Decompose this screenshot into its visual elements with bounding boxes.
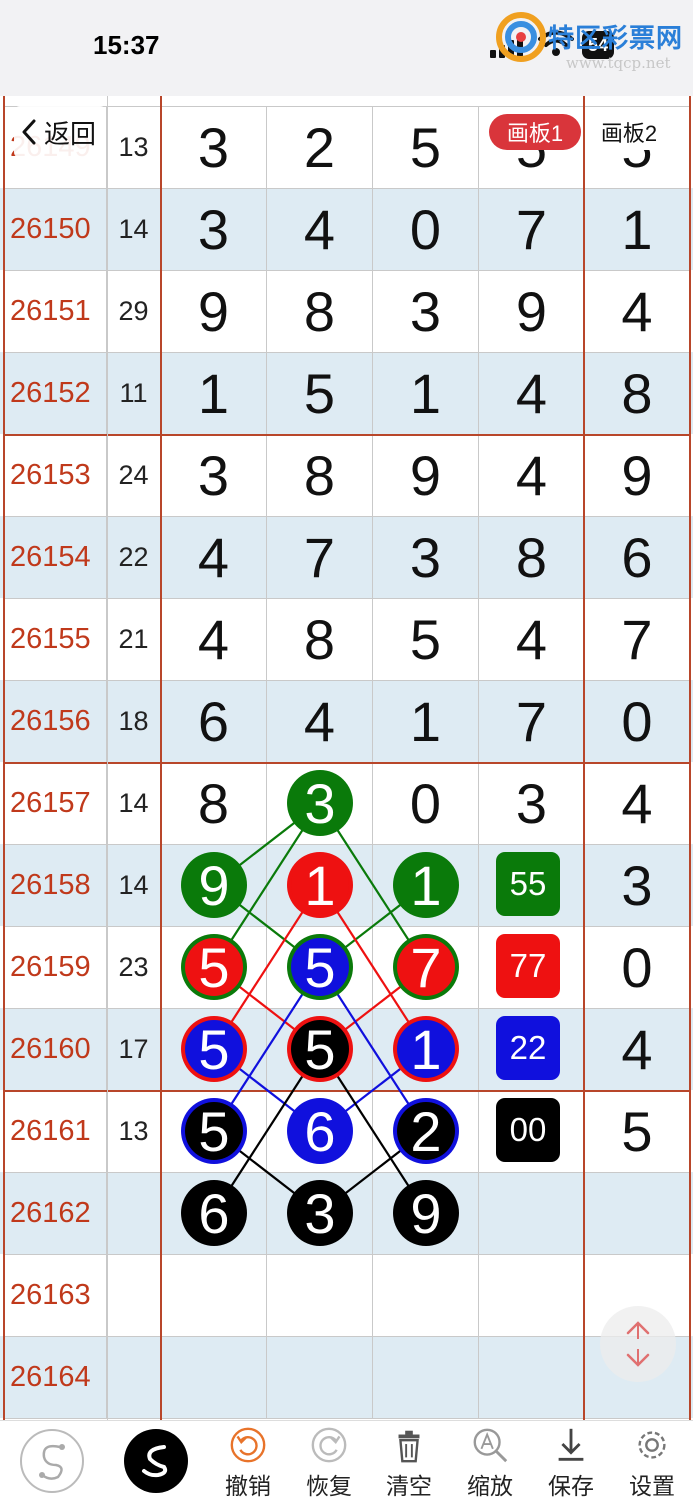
clear-button[interactable]: 清空: [374, 1425, 444, 1501]
marked-number[interactable]: 1: [393, 1016, 459, 1082]
status-bar: 15:37 54 特区彩票网 www.tqcp.net: [0, 0, 693, 96]
zoom-button[interactable]: 缩放: [455, 1425, 525, 1501]
status-time: 15:37: [93, 30, 160, 60]
marked-number[interactable]: 6: [181, 1180, 247, 1246]
marker-digit: 1: [304, 854, 335, 917]
curve-draw-icon: [142, 1445, 168, 1478]
back-button[interactable]: 返回: [14, 106, 107, 158]
marker-digit: 5: [198, 1018, 229, 1081]
marked-number[interactable]: 1: [287, 852, 353, 918]
tab-board-1[interactable]: 画板1: [489, 114, 581, 150]
marker-digit: 9: [198, 854, 229, 917]
marker-digit: 9: [410, 1182, 441, 1245]
color-tag[interactable]: 55: [496, 852, 560, 916]
color-tag[interactable]: 22: [496, 1016, 560, 1080]
marked-number[interactable]: 9: [181, 852, 247, 918]
marker-digit: 5: [304, 936, 335, 999]
marker-digit: 5: [198, 936, 229, 999]
marked-number[interactable]: 5: [287, 934, 353, 1000]
marked-number[interactable]: 9: [393, 1180, 459, 1246]
watermark-name: 特区彩票网: [548, 24, 684, 54]
marked-number[interactable]: 6: [287, 1098, 353, 1164]
tab-board-2[interactable]: 画板2: [585, 114, 673, 150]
curve-s-icon: [39, 1444, 65, 1480]
settings-label: 设置: [629, 1473, 675, 1499]
marker-digit: 6: [198, 1182, 229, 1245]
redo-icon: [311, 1427, 347, 1463]
marked-number[interactable]: 5: [287, 1016, 353, 1082]
site-watermark: 特区彩票网 www.tqcp.net: [496, 12, 693, 74]
clear-label: 清空: [386, 1473, 432, 1499]
undo-icon: [230, 1427, 266, 1463]
marked-number[interactable]: 3: [287, 1180, 353, 1246]
marker-digit: 5: [304, 1018, 335, 1081]
marked-number[interactable]: 5: [181, 934, 247, 1000]
save-button[interactable]: 保存: [536, 1425, 606, 1501]
marker-digit: 1: [410, 1018, 441, 1081]
watermark-logo-icon: [496, 12, 546, 62]
redo-button[interactable]: 恢复: [294, 1425, 364, 1501]
marked-number[interactable]: 3: [287, 770, 353, 836]
trend-overlay: 3 9 1 1 5 5 7 5 5 1 5 6 2 6 3 9: [181, 770, 459, 1246]
marker-digit: 7: [410, 936, 441, 999]
watermark-url: www.tqcp.net: [566, 54, 671, 72]
zoom-label: 缩放: [467, 1473, 513, 1499]
download-icon: [558, 1428, 584, 1461]
marked-number[interactable]: 2: [393, 1098, 459, 1164]
back-label: 返回: [44, 118, 97, 149]
color-tag[interactable]: 00: [496, 1098, 560, 1162]
trash-icon: [398, 1430, 420, 1463]
marker-digit: 3: [304, 1182, 335, 1245]
chevron-left-icon: [22, 119, 36, 145]
marked-number[interactable]: 7: [393, 934, 459, 1000]
line-mode-button[interactable]: [124, 1429, 188, 1493]
color-tag[interactable]: 77: [496, 934, 560, 998]
redo-label: 恢复: [306, 1473, 352, 1499]
save-label: 保存: [548, 1473, 594, 1499]
marked-number[interactable]: 5: [181, 1016, 247, 1082]
zoom-icon: [473, 1428, 508, 1463]
gear-icon: [638, 1431, 666, 1459]
trend-grid[interactable]: 2614913325552615014340712615129983942615…: [0, 96, 693, 1420]
expand-vertical-icon: [626, 1321, 650, 1367]
marked-number[interactable]: 5: [181, 1098, 247, 1164]
marker-digit: 2: [410, 1100, 441, 1163]
bottom-toolbar: 撤销 恢复 清空 缩放 保存 设置: [0, 1420, 693, 1501]
marker-digit: 1: [410, 854, 441, 917]
undo-label: 撤销: [225, 1473, 271, 1499]
scroll-toggle-button[interactable]: [600, 1306, 676, 1382]
freehand-mode-button[interactable]: [20, 1429, 84, 1493]
marker-digit: 3: [304, 772, 335, 835]
marker-digit: 6: [304, 1100, 335, 1163]
undo-button[interactable]: 撤销: [213, 1425, 283, 1501]
marked-number[interactable]: 1: [393, 852, 459, 918]
settings-button[interactable]: 设置: [617, 1425, 687, 1501]
marker-digit: 5: [198, 1100, 229, 1163]
